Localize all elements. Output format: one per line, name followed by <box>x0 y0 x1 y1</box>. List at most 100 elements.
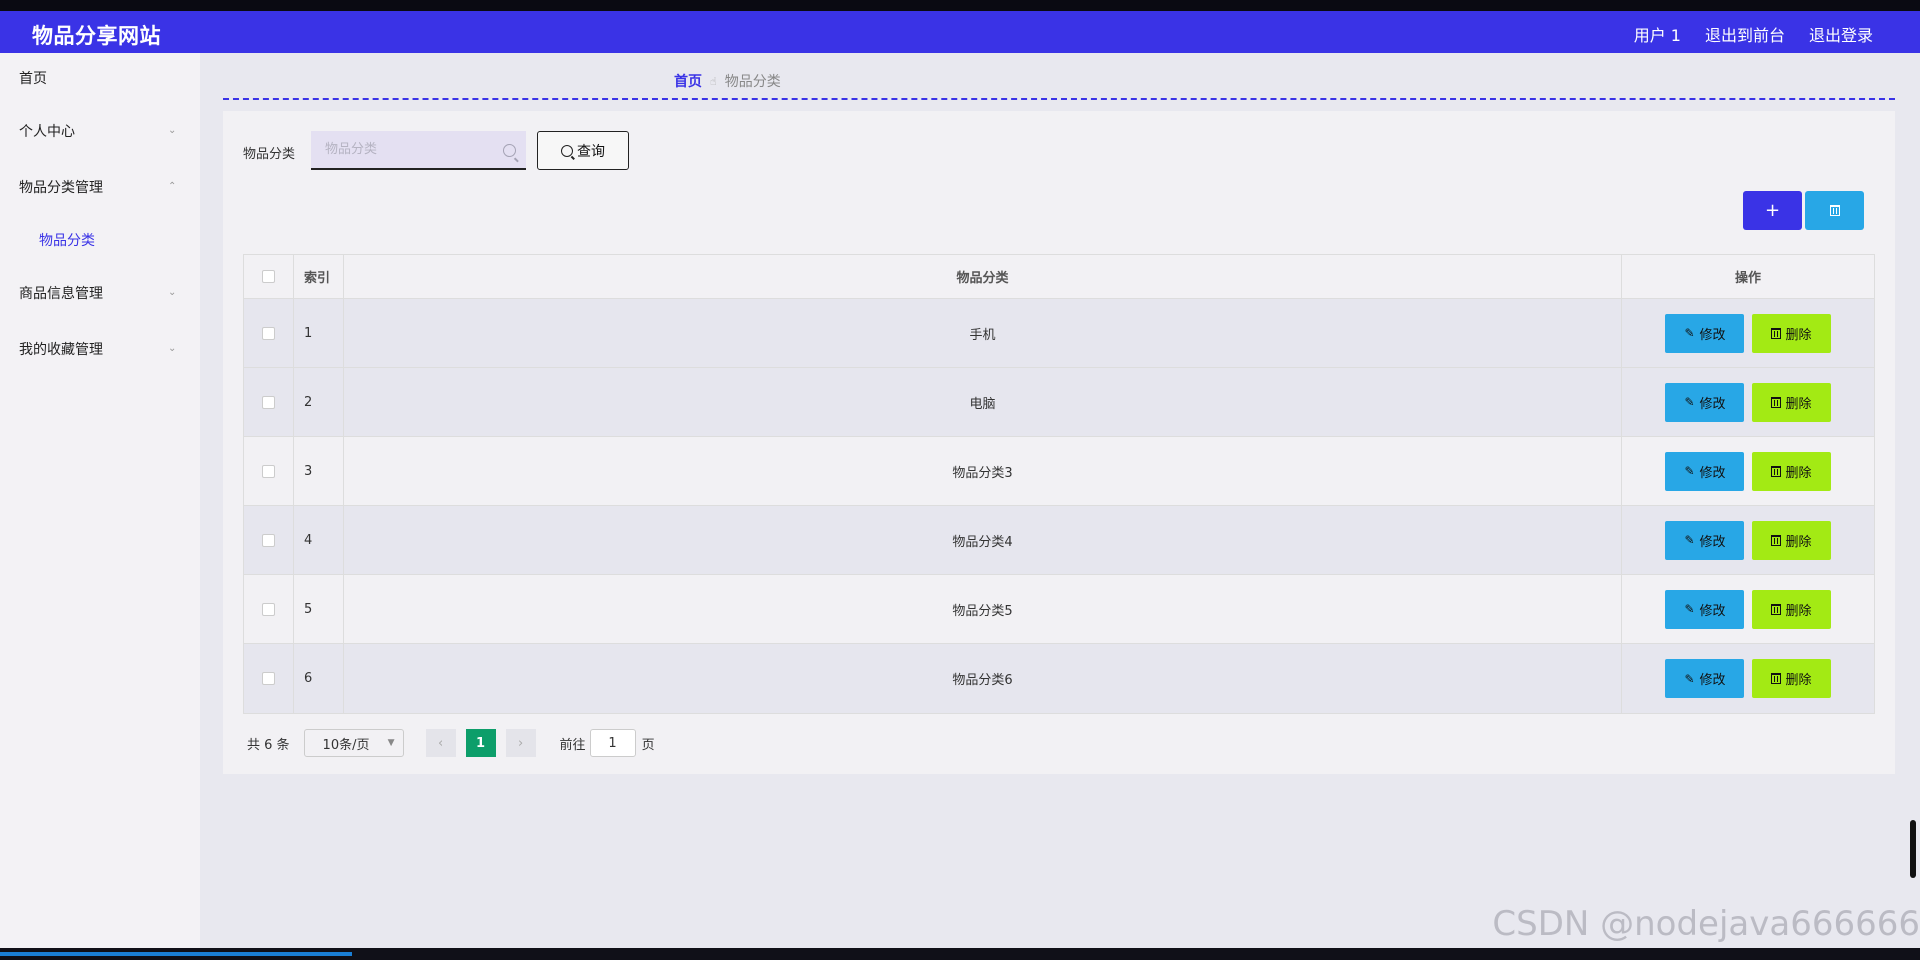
watermark: CSDN @nodejava666666 <box>1492 904 1920 944</box>
edit-label: 修改 <box>1699 603 1726 619</box>
select-all-checkbox[interactable] <box>262 270 275 283</box>
row-index: 3 <box>294 437 344 505</box>
sidebar-item-label: 商品信息管理 <box>19 286 103 302</box>
header-menu: 用户 1 退出到前台 退出登录 <box>1634 22 1873 46</box>
row-operations: ✎ 修改 删除 <box>1622 368 1874 436</box>
delete-label: 删除 <box>1785 673 1812 688</box>
row-category: 物品分类5 <box>344 575 1622 643</box>
edit-label: 修改 <box>1699 396 1726 412</box>
main-content: 首页 ☝ 物品分类 物品分类 查询 + 索引 物品分类 操作 <box>200 53 1920 948</box>
batch-delete-button[interactable] <box>1805 191 1864 230</box>
page-number-current[interactable]: 1 <box>465 729 496 757</box>
delete-button[interactable]: 删除 <box>1752 589 1831 629</box>
edit-label: 修改 <box>1699 534 1726 550</box>
sidebar-subitem-category[interactable]: 物品分类 <box>0 215 200 265</box>
row-operations: ✎ 修改 删除 <box>1622 575 1874 643</box>
goto-page-input[interactable] <box>589 729 636 757</box>
sidebar-item-home[interactable]: 首页 <box>0 53 200 103</box>
add-button[interactable]: + <box>1743 191 1802 230</box>
row-checkbox[interactable] <box>262 533 275 547</box>
chevron-down-icon: ⌄ <box>168 343 177 354</box>
edit-button[interactable]: ✎ 修改 <box>1665 520 1744 560</box>
sidebar-item-favorites-management[interactable]: 我的收藏管理 ⌄ <box>0 321 200 377</box>
delete-label: 删除 <box>1785 327 1812 343</box>
search-icon <box>561 144 573 157</box>
prev-page-button[interactable]: ‹ <box>425 729 456 757</box>
pencil-icon: ✎ <box>1684 464 1695 478</box>
user-label[interactable]: 用户 1 <box>1634 22 1681 46</box>
row-category: 电脑 <box>344 368 1622 436</box>
edit-button[interactable]: ✎ 修改 <box>1665 451 1744 491</box>
breadcrumb: 首页 ☝ 物品分类 <box>674 71 781 91</box>
delete-label: 删除 <box>1785 534 1812 550</box>
row-checkbox-cell <box>244 437 294 505</box>
site-title: 物品分享网站 <box>32 24 161 48</box>
logout-link[interactable]: 退出登录 <box>1809 22 1873 46</box>
page-size-select[interactable]: 10条/页 ▼ <box>303 729 404 757</box>
edit-button[interactable]: ✎ 修改 <box>1665 313 1744 353</box>
sidebar-item-label: 个人中心 <box>19 124 75 140</box>
row-category: 物品分类6 <box>344 644 1622 713</box>
row-checkbox[interactable] <box>262 464 275 478</box>
delete-button[interactable]: 删除 <box>1752 520 1831 560</box>
chevron-down-icon: ▼ <box>387 738 395 748</box>
sidebar-item-product-management[interactable]: 商品信息管理 ⌄ <box>0 265 200 321</box>
divider <box>223 98 1895 100</box>
table-row: 2 电脑 ✎ 修改 删除 <box>244 368 1874 437</box>
edit-label: 修改 <box>1699 327 1726 343</box>
search-input[interactable] <box>311 131 491 168</box>
row-checkbox-cell <box>244 506 294 574</box>
chevron-right-icon: › <box>517 735 524 751</box>
table-row: 6 物品分类6 ✎ 修改 删除 <box>244 644 1874 713</box>
row-operations: ✎ 修改 删除 <box>1622 644 1874 713</box>
sidebar-item-personal-center[interactable]: 个人中心 ⌄ <box>0 103 200 159</box>
scrollbar[interactable] <box>1910 820 1916 878</box>
sidebar-item-category-management[interactable]: 物品分类管理 ⌃ <box>0 159 200 215</box>
row-category: 手机 <box>344 299 1622 367</box>
delete-button[interactable]: 删除 <box>1752 451 1831 491</box>
table-row: 1 手机 ✎ 修改 删除 <box>244 299 1874 368</box>
row-checkbox[interactable] <box>262 326 275 340</box>
row-checkbox[interactable] <box>262 395 275 409</box>
chevron-down-icon: ⌄ <box>168 125 177 136</box>
row-operations: ✎ 修改 删除 <box>1622 299 1874 367</box>
pencil-icon: ✎ <box>1684 602 1695 616</box>
trash-icon <box>1771 396 1782 408</box>
row-checkbox[interactable] <box>262 602 275 616</box>
row-index: 6 <box>294 644 344 713</box>
chevron-left-icon: ‹ <box>437 735 444 751</box>
search-label: 物品分类 <box>243 147 296 162</box>
chevron-down-icon: ⌄ <box>168 287 177 298</box>
exit-to-front-link[interactable]: 退出到前台 <box>1705 22 1785 46</box>
delete-button[interactable]: 删除 <box>1752 382 1831 422</box>
pencil-icon: ✎ <box>1684 671 1695 686</box>
trash-icon <box>1771 465 1782 477</box>
edit-button[interactable]: ✎ 修改 <box>1665 382 1744 422</box>
trash-icon <box>1771 327 1782 339</box>
row-checkbox-cell <box>244 575 294 643</box>
pencil-icon: ✎ <box>1684 533 1695 547</box>
sidebar-item-label: 物品分类 <box>39 233 95 249</box>
trash-icon <box>1829 205 1840 216</box>
delete-button[interactable]: 删除 <box>1752 313 1831 353</box>
query-button[interactable]: 查询 <box>537 131 629 170</box>
sidebar: 首页 个人中心 ⌄ 物品分类管理 ⌃ 物品分类 商品信息管理 ⌄ 我的收藏管理 … <box>0 53 200 948</box>
row-checkbox[interactable] <box>262 672 275 685</box>
table-row: 3 物品分类3 ✎ 修改 删除 <box>244 437 1874 506</box>
trash-icon <box>1771 603 1782 615</box>
delete-label: 删除 <box>1785 396 1812 412</box>
header-operations: 操作 <box>1734 271 1761 286</box>
next-page-button[interactable]: › <box>505 729 536 757</box>
plus-icon: + <box>1764 200 1781 221</box>
edit-button[interactable]: ✎ 修改 <box>1665 589 1744 629</box>
query-button-label: 查询 <box>577 143 605 160</box>
row-category: 物品分类3 <box>344 437 1622 505</box>
goto-prefix: 前往 <box>559 737 586 753</box>
content-panel: 物品分类 查询 + 索引 物品分类 操作 1 手机 <box>223 111 1895 774</box>
delete-button[interactable]: 删除 <box>1752 659 1831 698</box>
edit-button[interactable]: ✎ 修改 <box>1665 659 1744 698</box>
pagination: 共 6 条 10条/页 ▼ ‹ 1 › 前往 页 <box>247 729 655 757</box>
edit-label: 修改 <box>1699 673 1726 688</box>
breadcrumb-home[interactable]: 首页 <box>674 71 702 91</box>
table-header: 索引 物品分类 操作 <box>244 255 1874 299</box>
